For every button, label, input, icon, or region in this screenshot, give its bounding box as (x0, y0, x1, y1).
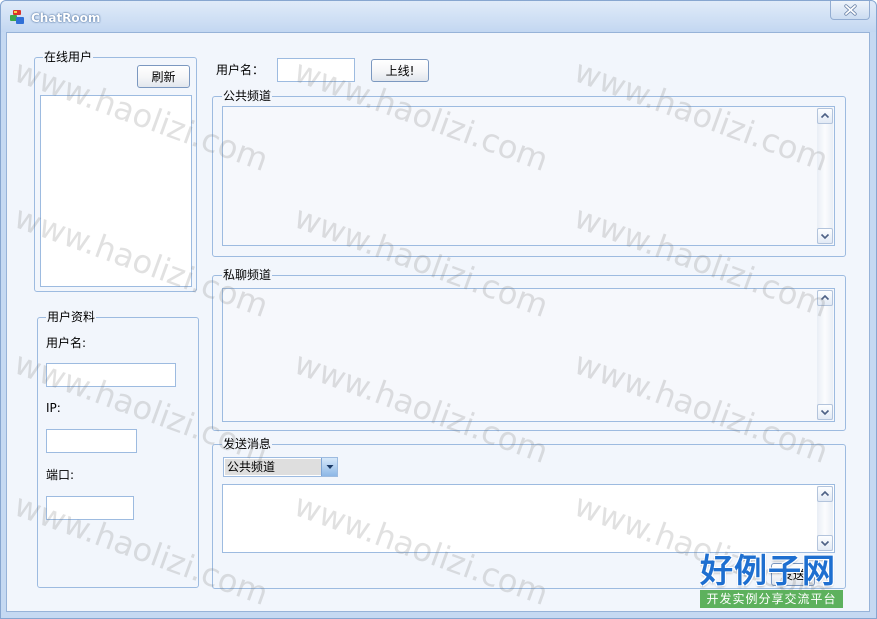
chevron-up-icon (820, 112, 830, 119)
chat-app-icon (10, 10, 24, 24)
chevron-down-icon (820, 409, 830, 416)
scroll-down-button[interactable] (817, 228, 833, 244)
channel-select-dropdown-button[interactable] (321, 458, 337, 476)
scroll-up-button[interactable] (817, 290, 833, 306)
chevron-up-icon (820, 294, 830, 301)
chevron-up-icon (820, 490, 830, 497)
profile-ip-field[interactable] (46, 429, 137, 453)
refresh-button[interactable]: 刷新 (137, 65, 190, 88)
login-username-label: 用户名： (216, 63, 265, 77)
profile-group-label: 用户资料 (46, 310, 97, 324)
close-button[interactable] (830, 1, 870, 20)
message-input-box (222, 484, 835, 553)
public-channel-group-label: 公共频道 (222, 89, 273, 103)
send-message-group-label: 发送消息 (222, 437, 273, 451)
scroll-down-button[interactable] (817, 535, 833, 551)
scroll-up-button[interactable] (817, 108, 833, 124)
private-channel-group-label: 私聊频道 (222, 268, 273, 282)
message-input[interactable] (223, 485, 817, 552)
profile-username-field[interactable] (46, 363, 176, 387)
window-title: ChatRoom (31, 11, 101, 25)
login-username-field[interactable] (277, 58, 355, 82)
profile-username-label: 用户名: (46, 336, 87, 350)
online-users-list[interactable] (40, 95, 192, 287)
private-channel-box (222, 288, 835, 422)
close-icon (844, 4, 857, 16)
chevron-down-icon (820, 540, 830, 547)
online-users-group-label: 在线用户 (43, 50, 94, 64)
profile-port-field[interactable] (46, 496, 134, 520)
public-channel-text[interactable] (223, 107, 817, 245)
title-bar[interactable]: ChatRoom (1, 1, 876, 32)
send-button[interactable]: 发送 (771, 563, 815, 586)
chevron-down-icon (820, 233, 830, 240)
channel-select[interactable]: 公共频道 (223, 457, 338, 477)
dropdown-arrow-icon (326, 465, 334, 469)
scroll-up-button[interactable] (817, 486, 833, 502)
profile-port-label: 端口: (46, 468, 75, 482)
profile-ip-label: IP: (46, 401, 61, 415)
scroll-down-button[interactable] (817, 404, 833, 420)
public-channel-scrollbar[interactable] (817, 108, 833, 244)
private-channel-scrollbar[interactable] (817, 290, 833, 420)
private-channel-text[interactable] (223, 289, 817, 421)
message-input-scrollbar[interactable] (817, 486, 833, 551)
public-channel-box (222, 106, 835, 246)
go-online-button[interactable]: 上线! (371, 59, 429, 82)
channel-select-value: 公共频道 (225, 459, 321, 475)
chatroom-window: ChatRoom 在线用户 刷新 用户资料 用户名: IP: 端口: 用户名： … (0, 0, 877, 619)
